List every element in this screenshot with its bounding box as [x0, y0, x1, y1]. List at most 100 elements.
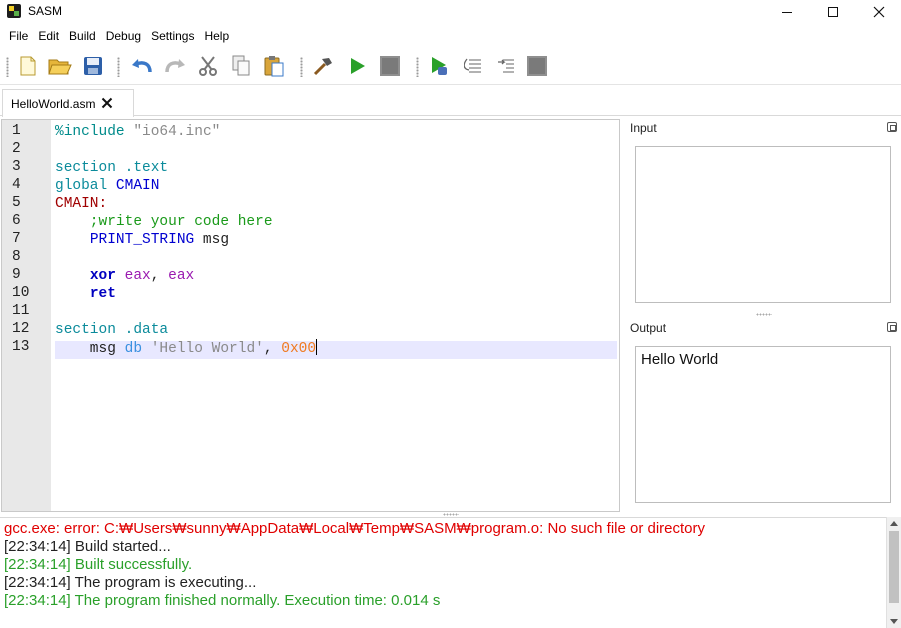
code-token: 0x00 — [281, 341, 317, 357]
close-tab-icon[interactable] — [101, 96, 113, 112]
line-number: 2 — [12, 141, 21, 157]
menu-build[interactable]: Build — [64, 25, 101, 47]
menu-bar: File Edit Build Debug Settings Help — [0, 25, 901, 47]
menu-debug[interactable]: Debug — [101, 25, 146, 47]
line-number: 6 — [12, 213, 21, 229]
code-token: db — [124, 341, 143, 357]
run-play-icon[interactable] — [345, 54, 369, 78]
code-token: , — [150, 268, 169, 284]
menu-edit[interactable]: Edit — [33, 25, 64, 47]
code-line[interactable]: %include "io64.inc" — [55, 123, 220, 141]
cut-icon[interactable] — [196, 54, 220, 78]
code-token: PRINT_STRING — [89, 232, 195, 248]
code-token: global — [55, 178, 116, 194]
copy-icon[interactable] — [229, 54, 253, 78]
open-folder-icon[interactable] — [48, 54, 72, 78]
code-line[interactable]: ;write your code here — [55, 213, 273, 231]
scroll-thumb[interactable] — [889, 531, 899, 603]
line-number: 10 — [12, 285, 30, 301]
float-panel-icon[interactable] — [887, 122, 897, 132]
toolbar-grip[interactable] — [117, 57, 120, 77]
undo-icon[interactable] — [130, 54, 154, 78]
code-token: xor — [89, 268, 116, 284]
code-token: 'Hello World' — [150, 341, 264, 357]
line-number: 1 — [12, 123, 21, 139]
code-token: eax — [168, 268, 195, 284]
output-panel-title: Output — [630, 321, 667, 335]
scroll-up-icon[interactable] — [890, 521, 898, 526]
close-window-button[interactable] — [856, 0, 901, 24]
code-line[interactable]: global CMAIN — [55, 177, 159, 195]
code-line[interactable]: section .text — [55, 159, 168, 177]
line-number: 12 — [12, 321, 30, 337]
line-number: 3 — [12, 159, 21, 175]
code-line[interactable]: xor eax, eax — [55, 267, 194, 285]
line-number: 7 — [12, 231, 21, 247]
line-number: 9 — [12, 267, 21, 283]
program-output-box[interactable]: Hello World — [635, 346, 891, 503]
debug-icon[interactable] — [427, 54, 451, 78]
code-token: ret — [89, 286, 116, 302]
code-token: %include — [55, 124, 134, 140]
text-caret — [316, 339, 318, 355]
minimize-button[interactable] — [764, 0, 810, 24]
log-line: gcc.exe: error: C:₩Users₩sunny₩AppData₩L… — [4, 520, 706, 537]
paste-icon[interactable] — [262, 54, 286, 78]
output-text: Hello World — [641, 351, 719, 368]
code-token: ;write your code here — [55, 214, 273, 230]
line-number: 4 — [12, 177, 21, 193]
menu-settings[interactable]: Settings — [146, 25, 199, 47]
log-line: [22:34:14] Build started... — [4, 538, 171, 555]
toolbar-grip[interactable] — [6, 57, 9, 77]
toolbar-grip[interactable] — [416, 57, 419, 77]
code-line[interactable]: CMAIN: — [55, 195, 107, 213]
code-line[interactable]: msg db 'Hello World', 0x00 — [55, 339, 318, 357]
file-tab-bar: HelloWorld.asm — [0, 86, 901, 117]
log-scrollbar[interactable] — [886, 517, 901, 628]
step-into-icon[interactable] — [494, 54, 518, 78]
new-file-icon[interactable] — [16, 54, 40, 78]
code-line[interactable]: ret — [55, 285, 116, 303]
stop-icon[interactable] — [378, 54, 402, 78]
code-token: , — [263, 341, 282, 357]
log-splitter[interactable] — [443, 513, 459, 516]
menu-help[interactable]: Help — [199, 25, 234, 47]
code-token: "io64.inc" — [133, 124, 221, 140]
code-line[interactable]: section .data — [55, 321, 168, 339]
save-icon[interactable] — [81, 54, 105, 78]
panel-splitter[interactable] — [756, 313, 772, 316]
maximize-button[interactable] — [810, 0, 856, 24]
line-number: 8 — [12, 249, 21, 265]
tab-helloworld-asm[interactable]: HelloWorld.asm — [2, 89, 134, 117]
menu-file[interactable]: File — [4, 25, 33, 47]
scroll-down-icon[interactable] — [890, 619, 898, 624]
debug-stop-icon[interactable] — [525, 54, 549, 78]
toolbar — [0, 48, 901, 85]
build-hammer-icon[interactable] — [311, 54, 335, 78]
code-token: section .text — [55, 160, 169, 176]
line-number-gutter: 1 2 3 4 5 6 7 8 9 10 11 12 13 — [2, 120, 51, 511]
tab-label: HelloWorld.asm — [11, 96, 96, 111]
input-panel-title: Input — [630, 121, 657, 135]
window-title: SASM — [28, 4, 63, 18]
code-token: msg — [55, 341, 125, 357]
step-over-icon[interactable] — [462, 54, 486, 78]
line-number: 5 — [12, 195, 21, 211]
line-number: 13 — [12, 339, 30, 355]
code-token: section .data — [55, 322, 169, 338]
code-token: CMAIN: — [55, 196, 108, 212]
program-input-field[interactable] — [635, 146, 891, 303]
code-token: msg — [194, 232, 230, 248]
line-number: 11 — [12, 303, 30, 319]
redo-icon[interactable] — [163, 54, 187, 78]
build-log[interactable]: gcc.exe: error: C:₩Users₩sunny₩AppData₩L… — [0, 517, 886, 628]
float-panel-icon[interactable] — [887, 322, 897, 332]
title-bar: SASM — [0, 0, 901, 24]
code-line[interactable]: PRINT_STRING msg — [55, 231, 229, 249]
code-editor[interactable]: 1 2 3 4 5 6 7 8 9 10 11 12 13 %include "io64.inc" sec… — [1, 119, 620, 512]
toolbar-grip[interactable] — [300, 57, 303, 77]
